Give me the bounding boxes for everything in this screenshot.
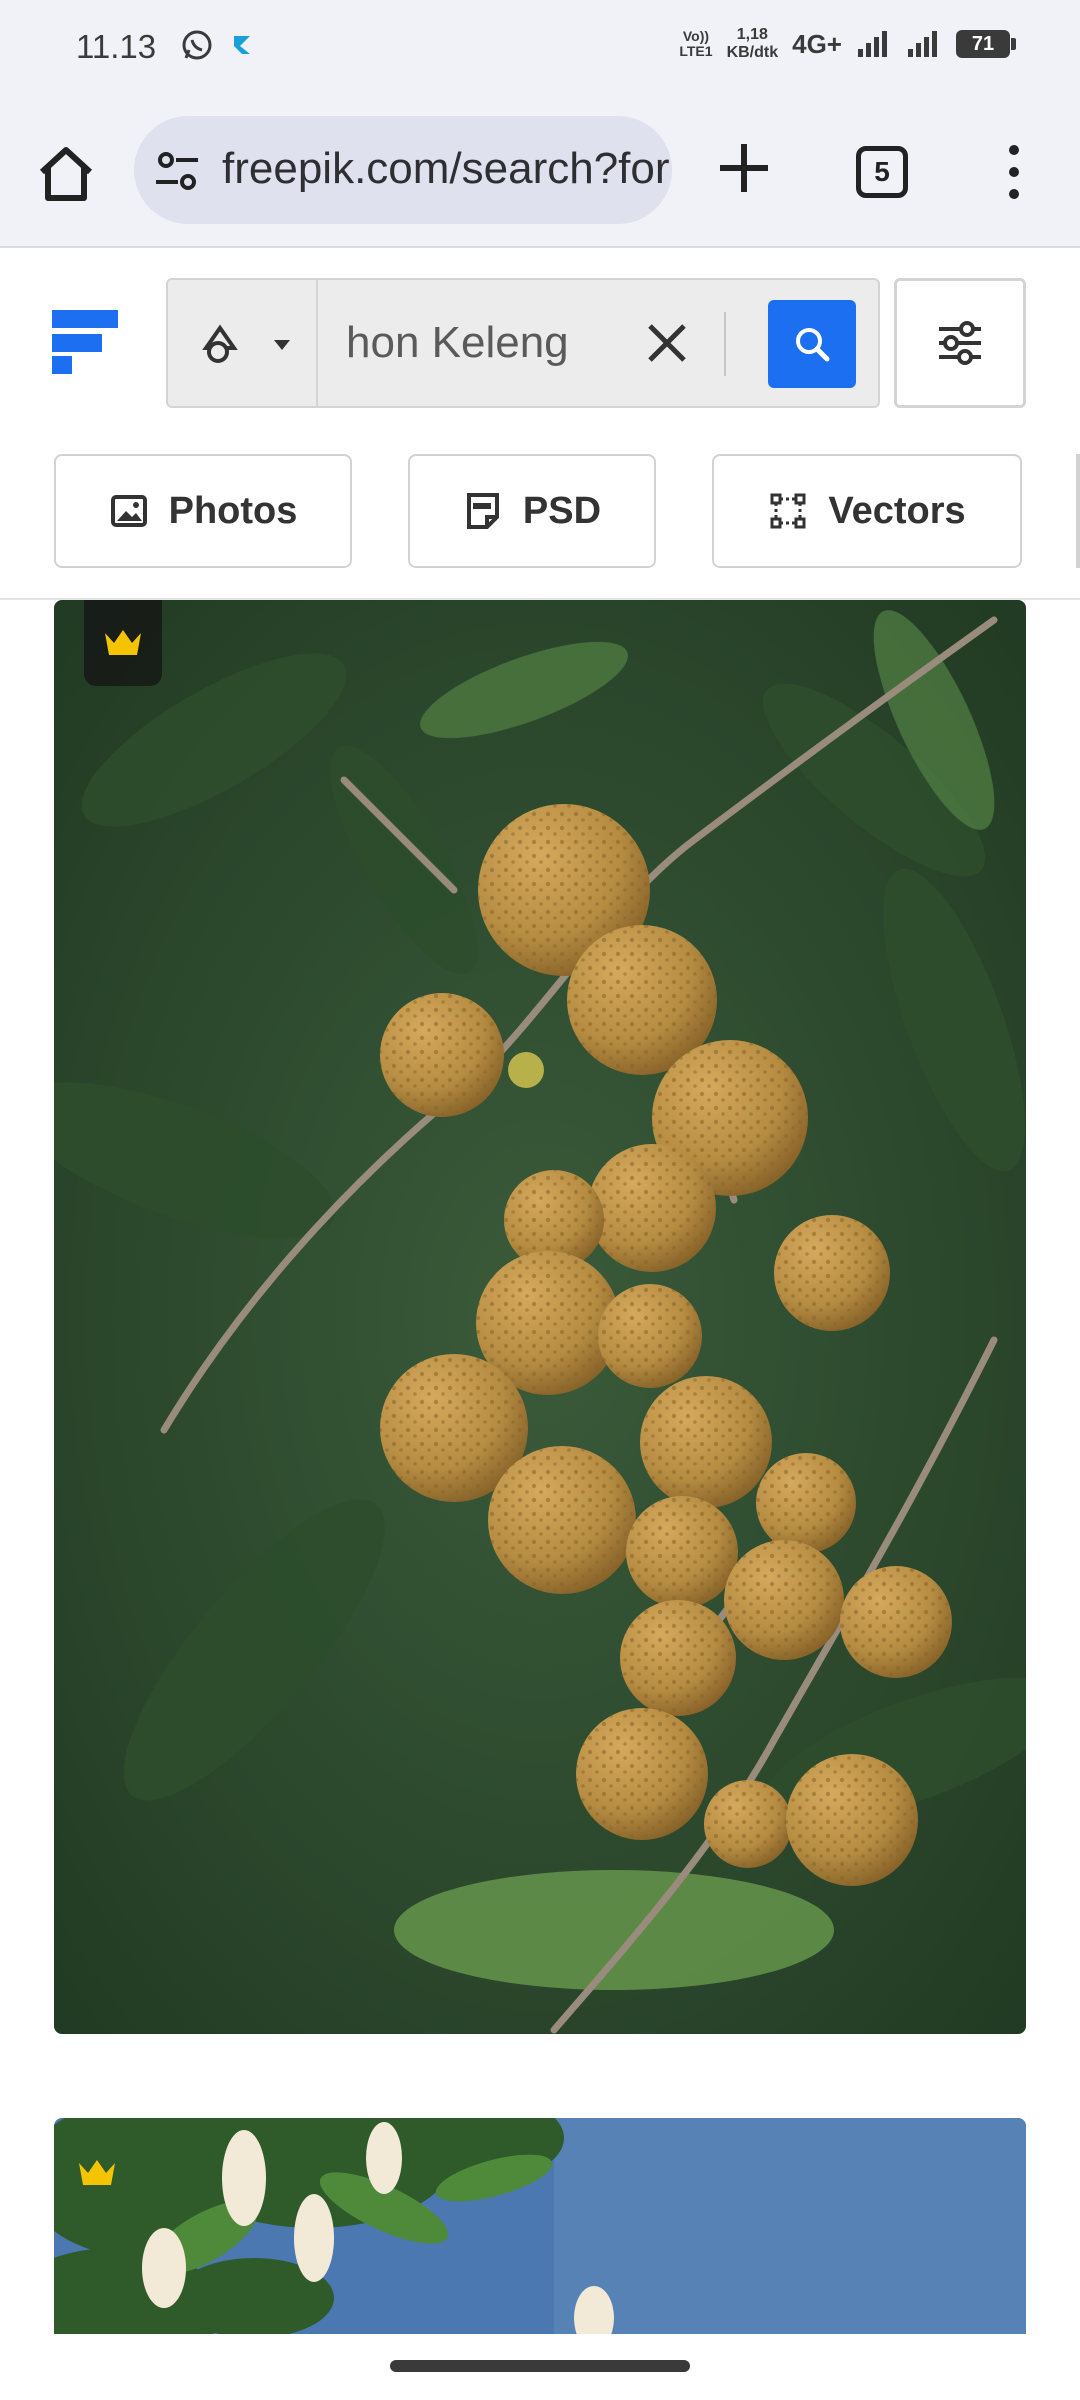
crown-icon bbox=[105, 630, 141, 655]
result-image-tree[interactable] bbox=[54, 2118, 1026, 2334]
vector-icon bbox=[770, 493, 806, 529]
sliders-icon bbox=[939, 321, 981, 365]
filter-chip-vectors[interactable]: Vectors bbox=[712, 454, 1022, 568]
premium-badge bbox=[84, 600, 162, 686]
filter-chip-photos[interactable]: Photos bbox=[54, 454, 352, 568]
result-image-longan[interactable] bbox=[54, 600, 1026, 2034]
search-box: hon Keleng bbox=[166, 278, 880, 408]
status-bar: 11.13 Vo)) LTE1 1,18 KB/dtk 4G+ 71 bbox=[0, 0, 1080, 100]
browser-toolbar: freepik.com/search?format=search&query=P… bbox=[0, 100, 1080, 248]
chip-label: PSD bbox=[522, 489, 602, 532]
home-icon[interactable] bbox=[30, 138, 102, 210]
search-input[interactable]: hon Keleng bbox=[346, 318, 576, 368]
app-notification-icon bbox=[234, 36, 250, 54]
image-icon bbox=[110, 495, 147, 527]
address-bar[interactable]: freepik.com/search?format=search&query=P… bbox=[134, 116, 672, 224]
chip-label: Photos bbox=[168, 489, 298, 532]
whatsapp-icon bbox=[182, 30, 212, 60]
battery-indicator: 71 bbox=[956, 30, 1016, 58]
chevron-down-icon bbox=[274, 340, 290, 350]
chip-label: Vectors bbox=[828, 489, 966, 532]
url-text[interactable]: freepik.com/search?format=search&query=P… bbox=[222, 144, 672, 194]
volte-indicator: Vo)) LTE1 bbox=[679, 28, 713, 59]
crown-icon bbox=[79, 2160, 115, 2185]
status-right: Vo)) LTE1 1,18 KB/dtk 4G+ 71 bbox=[679, 26, 1016, 62]
network-type: 4G+ bbox=[792, 28, 842, 59]
search-icon bbox=[796, 328, 830, 362]
shapes-icon bbox=[202, 324, 238, 363]
status-time: 11.13 bbox=[76, 28, 157, 65]
search-button[interactable] bbox=[768, 300, 856, 388]
network-speed: 1,18 KB/dtk bbox=[726, 26, 779, 61]
psd-icon bbox=[466, 493, 499, 529]
search-divider bbox=[724, 312, 726, 376]
site-header: hon Keleng Photos PSD Vectors bbox=[0, 250, 1080, 600]
filters-button[interactable] bbox=[894, 278, 1026, 408]
tree-photo bbox=[54, 2118, 1026, 2334]
new-tab-icon[interactable] bbox=[714, 138, 774, 198]
freepik-logo[interactable] bbox=[52, 310, 122, 374]
tab-switcher-button[interactable]: 5 bbox=[856, 146, 908, 198]
site-settings-icon[interactable] bbox=[152, 146, 202, 196]
signal-icon bbox=[858, 31, 887, 57]
close-icon[interactable] bbox=[640, 316, 694, 370]
filter-chip-psd[interactable]: PSD bbox=[408, 454, 656, 568]
notification-icons bbox=[180, 28, 256, 62]
asset-type-dropdown[interactable] bbox=[168, 280, 318, 406]
longan-photo bbox=[54, 600, 1026, 2034]
premium-badge bbox=[66, 2142, 128, 2204]
next-chip-edge[interactable] bbox=[1076, 454, 1080, 568]
gesture-home-bar[interactable] bbox=[390, 2360, 690, 2372]
signal-icon-2 bbox=[908, 31, 937, 57]
more-options-icon[interactable] bbox=[994, 140, 1034, 204]
